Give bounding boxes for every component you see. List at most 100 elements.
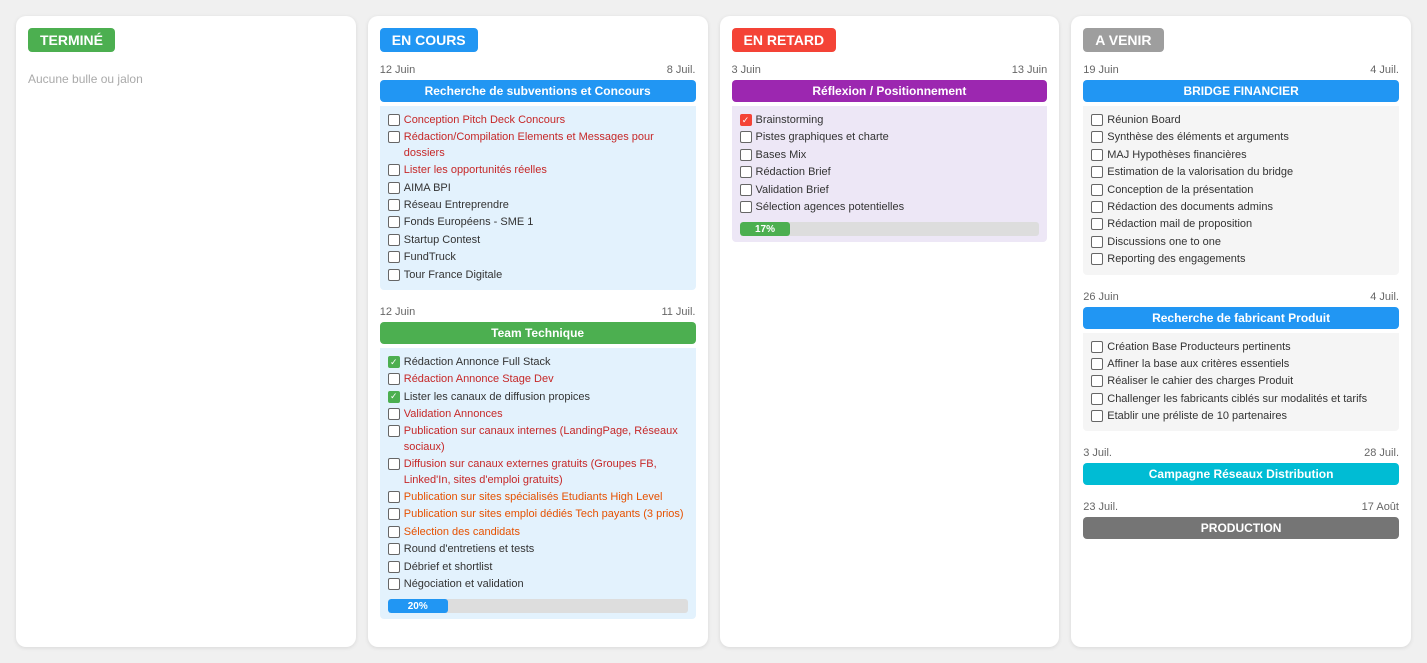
card-start-date: 3 Juin: [732, 64, 761, 76]
task-checkbox[interactable]: [1091, 149, 1103, 161]
task-checkbox[interactable]: [1091, 341, 1103, 353]
task-checkbox[interactable]: [740, 131, 752, 143]
task-text: Publication sur canaux internes (Landing…: [404, 424, 688, 455]
card-start-date: 26 Juin: [1083, 291, 1118, 303]
task-text: Publication sur sites emploi dédiés Tech…: [404, 507, 688, 522]
task-item: Conception Pitch Deck Concours: [388, 112, 688, 129]
task-item: Reporting des engagements: [1091, 251, 1391, 268]
card-start-date: 12 Juin: [380, 306, 415, 318]
card: 23 Juil.17 AoûtPRODUCTION: [1083, 501, 1399, 539]
task-text: Estimation de la valorisation du bridge: [1107, 165, 1391, 180]
task-item: Bases Mix: [740, 147, 1040, 164]
card-end-date: 11 Juil.: [661, 306, 695, 318]
task-checkbox[interactable]: [388, 373, 400, 385]
card-end-date: 17 Août: [1362, 501, 1399, 513]
column-header-encours: EN COURS: [380, 28, 478, 52]
task-text: Rédaction Annonce Full Stack: [404, 355, 688, 370]
task-checkbox[interactable]: [1091, 393, 1103, 405]
task-checkbox[interactable]: [1091, 410, 1103, 422]
task-text: Validation Annonces: [404, 407, 688, 422]
task-text: MAJ Hypothèses financières: [1107, 148, 1391, 163]
task-item: Rédaction/Compilation Elements et Messag…: [388, 129, 688, 162]
task-text: Synthèse des éléments et arguments: [1107, 130, 1391, 145]
task-text: Diffusion sur canaux externes gratuits (…: [404, 457, 688, 488]
task-item: Round d'entretiens et tests: [388, 541, 688, 558]
task-checkbox[interactable]: [1091, 131, 1103, 143]
task-checkbox[interactable]: [388, 199, 400, 211]
card-start-date: 19 Juin: [1083, 64, 1118, 76]
task-checkbox[interactable]: [1091, 236, 1103, 248]
task-checkbox[interactable]: [1091, 201, 1103, 213]
card: 26 Juin4 Juil.Recherche de fabricant Pro…: [1083, 291, 1399, 432]
card-title: Recherche de subventions et Concours: [380, 80, 696, 102]
task-checkbox[interactable]: [388, 182, 400, 194]
task-item: Discussions one to one: [1091, 234, 1391, 251]
task-checkbox[interactable]: [388, 114, 400, 126]
task-checkbox[interactable]: [1091, 184, 1103, 196]
column-header-avenir: A VENIR: [1083, 28, 1163, 52]
task-checkbox[interactable]: [388, 561, 400, 573]
task-item: Diffusion sur canaux externes gratuits (…: [388, 456, 688, 489]
task-checkbox[interactable]: [388, 526, 400, 538]
card-start-date: 12 Juin: [380, 64, 415, 76]
task-checkbox[interactable]: [1091, 253, 1103, 265]
task-item: Pistes graphiques et charte: [740, 129, 1040, 146]
task-checkbox[interactable]: [388, 508, 400, 520]
task-checkbox[interactable]: [740, 201, 752, 213]
task-item: ✓Brainstorming: [740, 112, 1040, 129]
task-text: Rédaction Brief: [756, 165, 1040, 180]
task-text: Sélection des candidats: [404, 525, 688, 540]
task-checkbox[interactable]: [388, 131, 400, 143]
task-text: Pistes graphiques et charte: [756, 130, 1040, 145]
card-title: Campagne Réseaux Distribution: [1083, 463, 1399, 485]
task-checkbox[interactable]: [388, 543, 400, 555]
task-checkbox[interactable]: ✓: [388, 356, 400, 368]
task-checkbox[interactable]: [388, 458, 400, 470]
task-item: Publication sur sites emploi dédiés Tech…: [388, 506, 688, 523]
task-checkbox[interactable]: ✓: [388, 391, 400, 403]
task-item: Rédaction mail de proposition: [1091, 216, 1391, 233]
task-text: Rédaction mail de proposition: [1107, 217, 1391, 232]
task-checkbox[interactable]: [388, 491, 400, 503]
task-item: Publication sur canaux internes (Landing…: [388, 423, 688, 456]
task-checkbox[interactable]: [740, 149, 752, 161]
progress-bar-container: 20%: [388, 599, 688, 613]
task-text: Startup Contest: [404, 233, 688, 248]
task-item: Rédaction Annonce Stage Dev: [388, 371, 688, 388]
task-text: Rédaction/Compilation Elements et Messag…: [404, 130, 688, 161]
task-checkbox[interactable]: [388, 234, 400, 246]
task-checkbox[interactable]: [388, 164, 400, 176]
task-checkbox[interactable]: [388, 408, 400, 420]
task-checkbox[interactable]: [388, 425, 400, 437]
task-text: Réunion Board: [1107, 113, 1391, 128]
progress-bar: 20%: [388, 599, 448, 613]
card-date-row: 19 Juin4 Juil.: [1083, 64, 1399, 76]
task-checkbox[interactable]: [388, 251, 400, 263]
task-item: Validation Annonces: [388, 406, 688, 423]
card: 19 Juin4 Juil.BRIDGE FINANCIERRéunion Bo…: [1083, 64, 1399, 275]
task-checkbox[interactable]: ✓: [740, 114, 752, 126]
task-checkbox[interactable]: [388, 216, 400, 228]
task-checkbox[interactable]: [1091, 358, 1103, 370]
task-checkbox[interactable]: [740, 184, 752, 196]
card-date-row: 12 Juin 8 Juil.: [380, 64, 696, 76]
column-termine: TERMINÉAucune bulle ou jalon: [16, 16, 356, 647]
card: 3 Juil.28 Juil.Campagne Réseaux Distribu…: [1083, 447, 1399, 485]
empty-message: Aucune bulle ou jalon: [28, 72, 344, 86]
card-end-date: 8 Juil.: [667, 64, 696, 76]
task-checkbox[interactable]: [1091, 166, 1103, 178]
task-item: Débrief et shortlist: [388, 559, 688, 576]
task-item: Synthèse des éléments et arguments: [1091, 129, 1391, 146]
task-item: Réseau Entreprendre: [388, 197, 688, 214]
task-checkbox[interactable]: [1091, 218, 1103, 230]
task-item: Fonds Européens - SME 1: [388, 214, 688, 231]
task-checkbox[interactable]: [388, 269, 400, 281]
task-checkbox[interactable]: [740, 166, 752, 178]
task-checkbox[interactable]: [1091, 114, 1103, 126]
task-item: ✓Lister les canaux de diffusion propices: [388, 389, 688, 406]
task-item: Sélection agences potentielles: [740, 199, 1040, 216]
task-text: Publication sur sites spécialisés Etudia…: [404, 490, 688, 505]
task-checkbox[interactable]: [388, 578, 400, 590]
task-item: Création Base Producteurs pertinents: [1091, 339, 1391, 356]
task-checkbox[interactable]: [1091, 375, 1103, 387]
